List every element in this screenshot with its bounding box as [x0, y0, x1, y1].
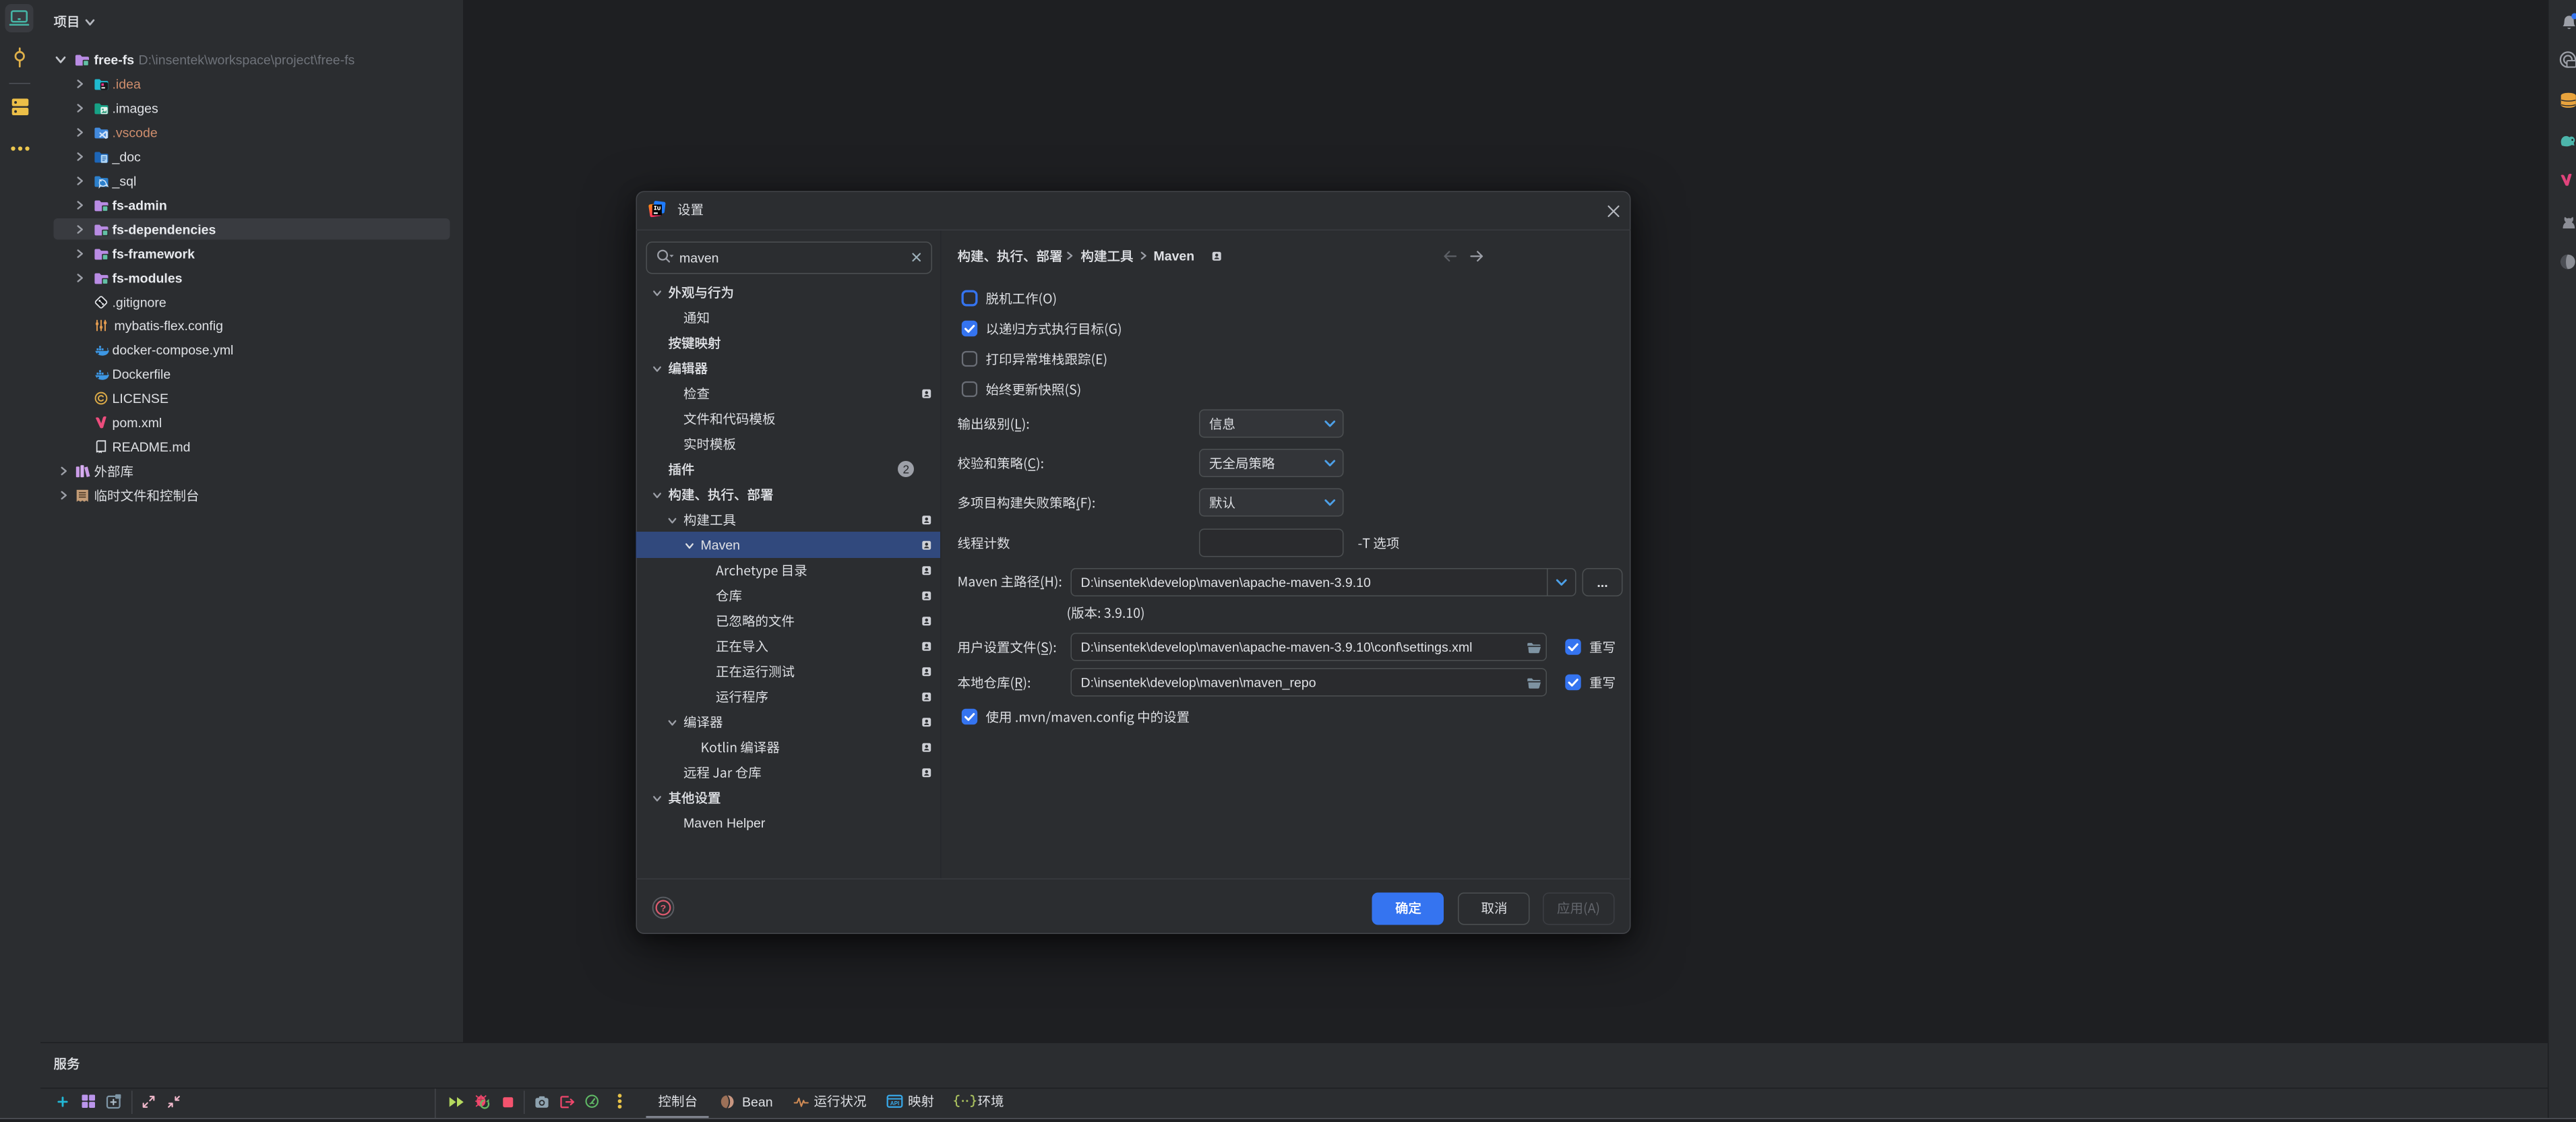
- svg-text:?: ?: [661, 904, 667, 914]
- svg-text:2: 2: [903, 463, 910, 476]
- svg-text:API: API: [890, 1100, 900, 1107]
